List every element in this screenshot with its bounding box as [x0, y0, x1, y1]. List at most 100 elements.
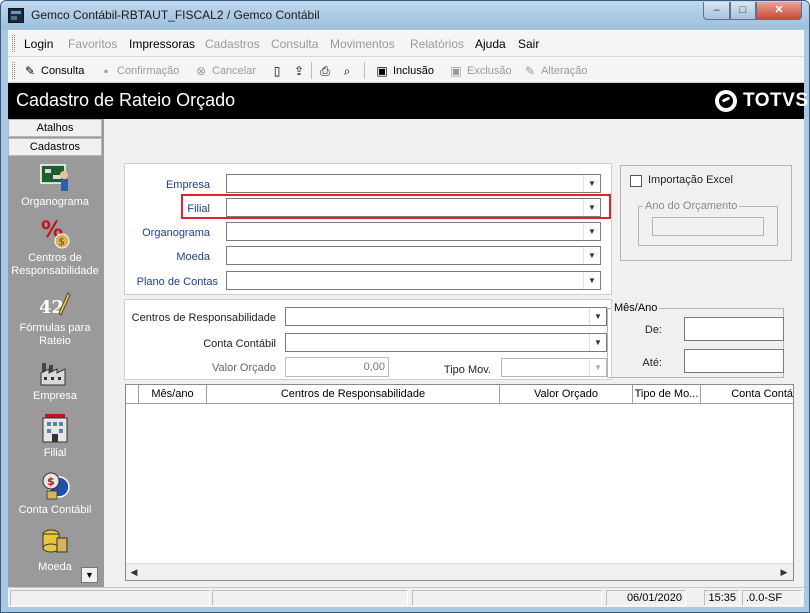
building-icon — [39, 412, 71, 444]
new-document-button[interactable]: ▯ — [269, 62, 288, 80]
menu-consulta[interactable]: Consulta — [271, 37, 318, 51]
empresa-combo[interactable]: ▼ — [226, 174, 601, 193]
ano-orcamento-input[interactable] — [652, 217, 764, 236]
grid-row-indicator — [126, 385, 139, 404]
status-bar: 06/01/2020 15:35 .0.0-SF — [8, 587, 804, 607]
confirmacao-label: Confirmação — [117, 65, 180, 77]
toolbar: ✎ Consulta ▪ Confirmação ⊗ Cancelar ▯ ⇪ … — [8, 57, 804, 83]
menu-grip — [12, 35, 15, 52]
sidebar-scroll-down[interactable]: ▼ — [81, 567, 98, 583]
maximize-button[interactable]: □ — [730, 2, 756, 20]
chevron-down-icon[interactable]: ▼ — [583, 199, 600, 216]
chevron-down-icon: ▼ — [85, 570, 94, 580]
scroll-right-icon[interactable]: ▶ — [778, 566, 790, 578]
grid-col-tipo-mov[interactable]: Tipo de Mo... — [633, 385, 701, 404]
menu-movimentos[interactable]: Movimentos — [330, 37, 395, 51]
inclusao-label: Inclusão — [393, 65, 434, 77]
tab-atalhos[interactable]: Atalhos — [8, 119, 102, 137]
toolbar-separator — [364, 62, 365, 79]
totvs-logo: TOTVS — [715, 90, 809, 112]
grid-col-conta-contabil[interactable]: Conta Contá — [701, 385, 793, 404]
grid-col-centros[interactable]: Centros de Responsabilidade — [207, 385, 500, 404]
print-preview-button[interactable]: ⌕ — [339, 62, 358, 80]
print-button[interactable]: ⎙ — [317, 62, 336, 80]
title-bar[interactable]: Gemco Contábil-RBTAUT_FISCAL2 / Gemco Co… — [1, 1, 809, 29]
status-panel-message — [10, 590, 210, 606]
percent-money-icon: % $ — [39, 217, 71, 249]
valor-orcado-input[interactable]: 0,00 — [285, 357, 389, 377]
ate-label: Até: — [642, 357, 662, 369]
mes-ano-ate-input[interactable] — [684, 349, 784, 373]
centros-combo[interactable]: ▼ — [285, 307, 607, 326]
conta-contabil-combo[interactable]: ▼ — [285, 333, 607, 352]
factory-icon — [39, 355, 71, 387]
plano-contas-label: Plano de Contas — [136, 276, 218, 288]
sidebar-item-label: Organograma — [21, 196, 89, 208]
export-icon: ⇪ — [293, 63, 305, 78]
sidebar-item-label: Centros de Responsabilidade — [11, 252, 99, 277]
sidebar-item-empresa[interactable]: Empresa — [8, 355, 102, 403]
folder-delete-icon: ▣ — [450, 63, 462, 78]
grid-col-valor-orcado[interactable]: Valor Orçado — [500, 385, 633, 404]
de-label: De: — [644, 324, 662, 336]
minimize-button[interactable]: – — [703, 2, 730, 20]
scroll-left-icon[interactable]: ◀ — [128, 566, 140, 578]
ano-orcamento-label: Ano do Orçamento — [643, 200, 740, 212]
menu-relatorios[interactable]: Relatórios — [410, 37, 464, 51]
tab-cadastros[interactable]: Cadastros — [8, 138, 102, 156]
grid-col-mes-ano[interactable]: Mês/ano — [139, 385, 207, 404]
conta-contabil-label: Conta Contábil — [203, 338, 276, 350]
chevron-down-icon[interactable]: ▼ — [583, 247, 600, 264]
filial-combo[interactable]: ▼ — [226, 198, 601, 217]
grid-horizontal-scrollbar[interactable]: ◀ ▶ — [126, 563, 793, 580]
centros-label: Centros de Responsabilidade — [131, 312, 276, 324]
close-button[interactable]: ✕ — [756, 2, 802, 20]
menu-login[interactable]: Login — [24, 37, 53, 51]
folder-add-icon: ▣ — [376, 63, 388, 78]
status-panel-extra — [412, 590, 602, 606]
toolbar-separator — [311, 62, 312, 79]
cancel-icon: ⊗ — [195, 63, 207, 78]
sidebar-item-organograma[interactable]: Organograma — [8, 161, 102, 209]
inclusao-button[interactable]: ▣ Inclusão — [374, 62, 434, 80]
client-area: Login Favoritos Impressoras Cadastros Co… — [8, 30, 808, 607]
sidebar-item-filial[interactable]: Filial — [8, 412, 102, 460]
sidebar-item-label: Moeda — [38, 561, 72, 573]
status-time: 15:35 — [704, 590, 740, 606]
tipo-mov-combo[interactable]: ▼ — [501, 358, 607, 377]
totvs-logo-icon — [715, 90, 737, 112]
chevron-down-icon[interactable]: ▼ — [589, 308, 606, 325]
plano-contas-combo[interactable]: ▼ — [226, 271, 601, 290]
moeda-combo[interactable]: ▼ — [226, 246, 601, 265]
sidebar-item-centros[interactable]: % $ Centros de Responsabilidade — [8, 217, 102, 278]
consulta-button[interactable]: ✎ Consulta — [22, 62, 84, 80]
grid-header: Mês/ano Centros de Responsabilidade Valo… — [126, 385, 793, 404]
confirmacao-button[interactable]: ▪ Confirmação — [98, 62, 180, 80]
menu-impressoras[interactable]: Impressoras — [129, 37, 195, 51]
cancelar-button[interactable]: ⊗ Cancelar — [193, 62, 256, 80]
totvs-brand-text: TOTVS — [743, 90, 809, 111]
menu-sair[interactable]: Sair — [518, 37, 539, 51]
organograma-combo[interactable]: ▼ — [226, 222, 601, 241]
chevron-down-icon[interactable]: ▼ — [589, 334, 606, 351]
chevron-down-icon[interactable]: ▼ — [583, 272, 600, 289]
document-icon: ▯ — [273, 63, 281, 78]
chevron-down-icon[interactable]: ▼ — [589, 359, 606, 376]
rateio-grid[interactable]: Mês/ano Centros de Responsabilidade Valo… — [125, 384, 794, 581]
importacao-excel-checkbox[interactable] — [630, 175, 642, 187]
sidebar-item-formulas[interactable]: 42 Fórmulas para Rateio — [8, 287, 102, 348]
menu-ajuda[interactable]: Ajuda — [475, 37, 506, 51]
chevron-down-icon[interactable]: ▼ — [583, 175, 600, 192]
alteracao-button[interactable]: ✎ Alteração — [522, 62, 588, 80]
exclusao-button[interactable]: ▣ Exclusão — [448, 62, 511, 80]
mes-ano-de-input[interactable] — [684, 317, 784, 341]
consulta-label: Consulta — [41, 65, 85, 77]
app-icon[interactable] — [8, 8, 24, 23]
coins-icon — [39, 526, 71, 558]
sidebar-item-conta-contabil[interactable]: $ Conta Contábil — [8, 469, 102, 517]
menu-favoritos[interactable]: Favoritos — [68, 37, 117, 51]
chevron-down-icon[interactable]: ▼ — [583, 223, 600, 240]
formula-icon: 42 — [39, 287, 71, 319]
menu-cadastros[interactable]: Cadastros — [205, 37, 260, 51]
export-button[interactable]: ⇪ — [291, 62, 310, 80]
